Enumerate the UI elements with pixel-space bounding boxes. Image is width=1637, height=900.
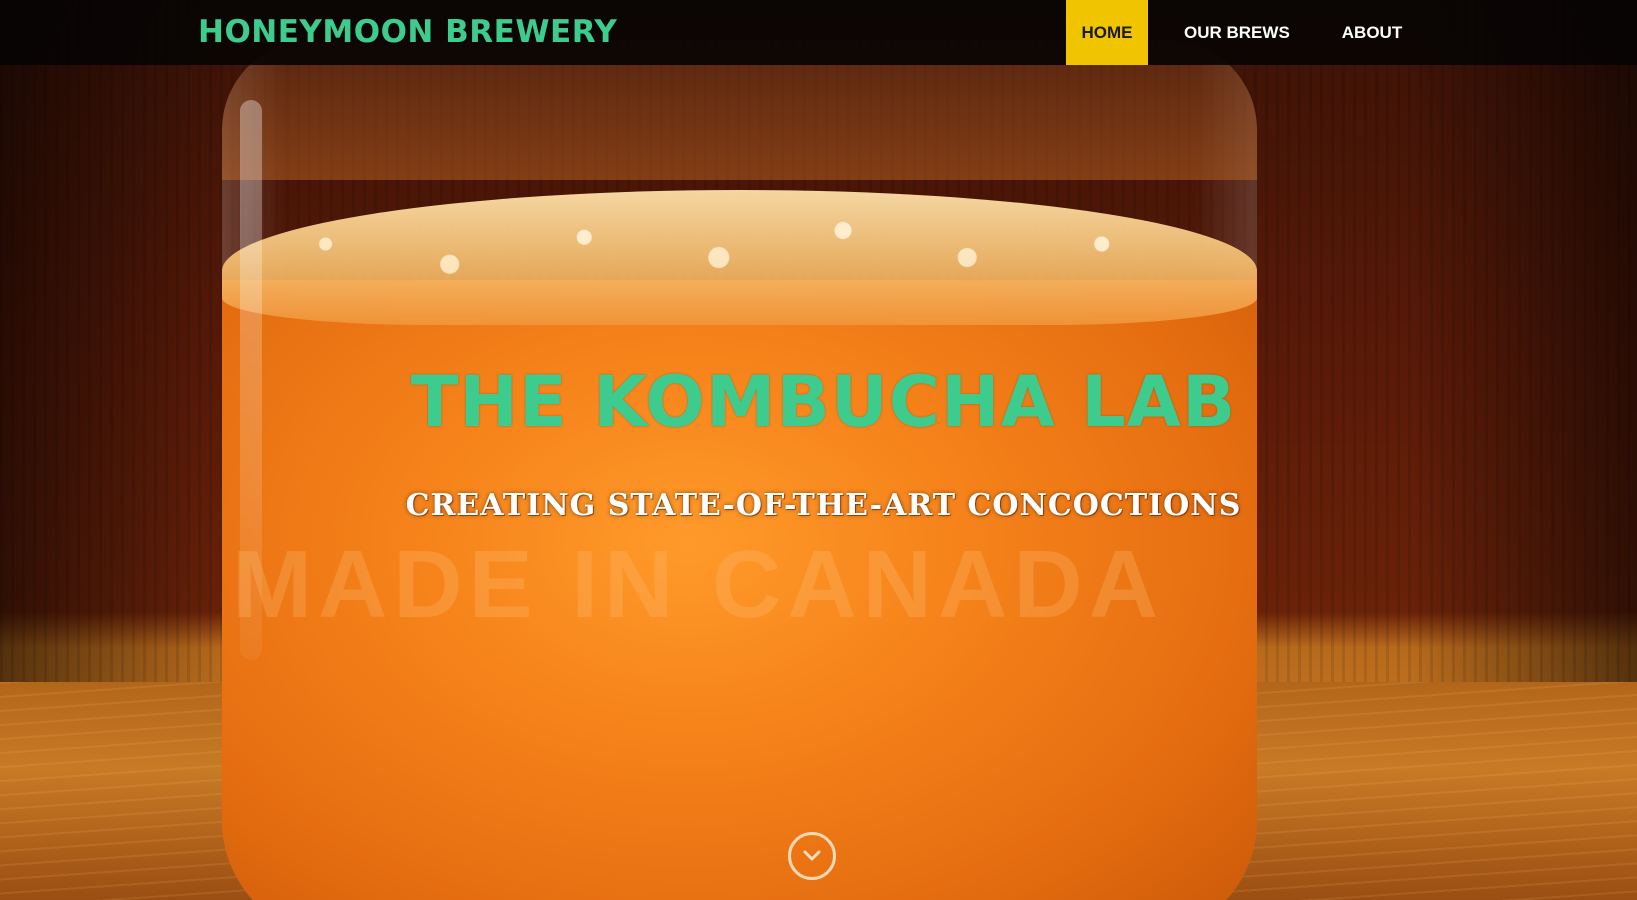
hero-background-image: MADE IN CANADA [0, 0, 1637, 900]
chevron-down-icon [802, 849, 822, 863]
nav-item-home[interactable]: HOME [1066, 0, 1148, 65]
nav-item-our-brews[interactable]: OUR BREWS [1148, 0, 1316, 65]
kombucha-jar: MADE IN CANADA [222, 40, 1257, 900]
jar-embossed-text: MADE IN CANADA [232, 531, 1164, 638]
brand-logo[interactable]: HONEYMOON BREWERY [198, 10, 617, 54]
hero-title: THE KOMBUCHA LAB [410, 361, 1237, 443]
scroll-down-button[interactable] [788, 832, 836, 880]
hero-subtitle: CREATING STATE-OF-THE-ART CONCOCTIONS [405, 488, 1242, 523]
nav-menu: HOME OUR BREWS ABOUT [1066, 0, 1418, 65]
top-navbar: HONEYMOON BREWERY HOME OUR BREWS ABOUT [0, 0, 1637, 65]
jar-foam [222, 190, 1257, 325]
nav-item-about[interactable]: ABOUT [1316, 0, 1418, 65]
page: MADE IN CANADA HONEYMOON BREWERY HOME OU… [0, 0, 1637, 900]
